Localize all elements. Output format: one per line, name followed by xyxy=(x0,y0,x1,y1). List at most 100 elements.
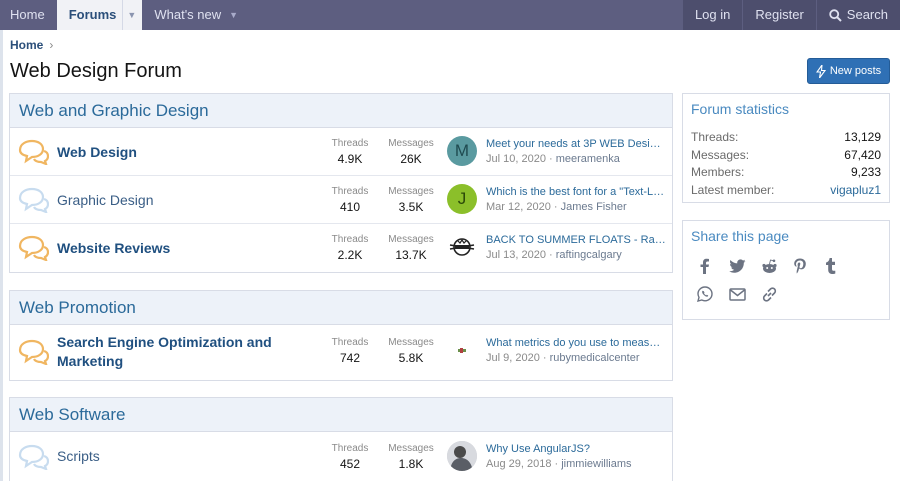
latest-post-user[interactable]: rubymedicalcenter xyxy=(550,352,640,364)
latest-post-title[interactable]: Why Use AngularJS? xyxy=(486,442,666,456)
nav-forums[interactable]: Forums ▼ xyxy=(56,0,143,30)
share-widget: Share this page xyxy=(682,220,890,320)
category-web-and-graphic-design: Web and Graphic Design Web Design Thread… xyxy=(9,93,673,273)
category-title[interactable]: Web and Graphic Design xyxy=(10,94,672,128)
share-title: Share this page xyxy=(691,228,790,244)
latest-post-user[interactable]: meeramenka xyxy=(556,153,620,165)
avatar[interactable]: M xyxy=(447,136,477,166)
latest-post-date: Aug 29, 2018 xyxy=(486,458,552,470)
nav-whats-new-label: What's new xyxy=(154,7,222,22)
messages-label: Messages xyxy=(388,443,434,454)
forum-title[interactable]: Scripts xyxy=(57,448,100,464)
search-label: Search xyxy=(846,7,888,22)
twitter-icon[interactable] xyxy=(729,252,761,280)
tumblr-icon[interactable] xyxy=(825,252,857,280)
messages-label: Messages xyxy=(388,234,434,245)
pinterest-icon[interactable] xyxy=(793,252,825,280)
threads-count: 2.2K xyxy=(337,248,363,262)
threads-label: Threads xyxy=(331,186,369,197)
share-icons xyxy=(683,248,889,316)
page-left-edge xyxy=(0,30,3,481)
stat-label: Messages: xyxy=(691,147,750,162)
stat-label: Latest member: xyxy=(691,182,775,197)
latest-post-meta: Aug 29, 2018 · jimmiewilliams xyxy=(486,458,632,470)
nav-whats-new[interactable]: What's new ▼ xyxy=(142,0,250,30)
stat-label: Members: xyxy=(691,165,745,179)
reddit-icon[interactable] xyxy=(761,252,793,280)
messages-label: Messages xyxy=(388,138,434,149)
breadcrumb: Home › xyxy=(10,38,53,52)
search-button[interactable]: Search xyxy=(815,0,900,30)
forum-title[interactable]: Web Design xyxy=(57,144,137,160)
threads-stat: Threads 2.2K xyxy=(320,233,380,263)
latest-post-date: Jul 10, 2020 xyxy=(486,153,546,165)
avatar[interactable] xyxy=(447,336,477,366)
latest-post: Which is the best font for a "Text-L… Ma… xyxy=(486,185,666,215)
register-button[interactable]: Register xyxy=(742,0,816,30)
link-icon[interactable] xyxy=(761,280,793,308)
latest-post-date: Jul 13, 2020 xyxy=(486,249,546,261)
latest-post-title[interactable]: What metrics do you use to measur… xyxy=(486,336,666,350)
breadcrumb-home[interactable]: Home xyxy=(10,38,43,52)
latest-post-meta: Mar 12, 2020 · James Fisher xyxy=(486,201,627,213)
threads-stat: Threads 742 xyxy=(320,336,380,366)
category-title[interactable]: Web Promotion xyxy=(10,291,672,325)
search-icon xyxy=(829,8,842,22)
forum-statistics-title: Forum statistics xyxy=(691,101,790,117)
messages-count: 13.7K xyxy=(395,248,427,262)
threads-count: 410 xyxy=(339,200,361,214)
new-posts-button[interactable]: New posts xyxy=(807,58,890,84)
chevron-down-icon[interactable]: ▼ xyxy=(122,0,136,30)
category-title[interactable]: Web Software xyxy=(10,398,672,432)
stat-value: 9,233 xyxy=(850,165,881,179)
login-button[interactable]: Log in xyxy=(681,0,743,30)
messages-stat: Messages 1.8K xyxy=(381,442,441,472)
threads-stat: Threads 4.9K xyxy=(320,137,380,167)
stat-row: Threads: 13,129 xyxy=(683,129,889,147)
threads-count: 452 xyxy=(339,457,361,471)
facebook-icon[interactable] xyxy=(697,252,729,280)
latest-post-user[interactable]: James Fisher xyxy=(561,201,627,213)
whatsapp-icon[interactable] xyxy=(697,280,729,308)
latest-post-date: Jul 9, 2020 xyxy=(486,352,540,364)
latest-post-title[interactable]: BACK TO SUMMER FLOATS - Raftin… xyxy=(486,233,666,247)
latest-post-title[interactable]: Which is the best font for a "Text-L… xyxy=(486,185,666,199)
new-posts-label: New posts xyxy=(829,65,882,77)
avatar[interactable]: J xyxy=(447,184,477,214)
messages-label: Messages xyxy=(388,337,434,348)
threads-label: Threads xyxy=(331,443,369,454)
category-web-promotion: Web Promotion Search Engine Optimization… xyxy=(9,290,673,381)
latest-post-user[interactable]: raftingcalgary xyxy=(556,249,622,261)
latest-post-title[interactable]: Meet your needs at 3P WEB Design… xyxy=(486,137,666,151)
forum-node: Scripts Threads 452 Messages 1.8K Why Use … xyxy=(10,432,672,481)
latest-post-user[interactable]: jimmiewilliams xyxy=(561,458,631,470)
chevron-right-icon: › xyxy=(49,38,54,52)
stat-value: 13,129 xyxy=(844,130,881,144)
forum-node: Search Engine Optimization and Marketing… xyxy=(10,325,672,380)
medical-logo-icon xyxy=(458,348,466,353)
latest-post: Why Use AngularJS? Aug 29, 2018 · jimmie… xyxy=(486,442,666,472)
messages-count: 5.8K xyxy=(398,351,424,365)
bolt-icon xyxy=(815,64,826,78)
avatar[interactable] xyxy=(447,232,477,262)
latest-post-meta: Jul 9, 2020 · rubymedicalcenter xyxy=(486,352,640,364)
stat-label: Threads: xyxy=(691,130,739,144)
stat-row: Members: 9,233 xyxy=(683,164,889,182)
forum-title[interactable]: Website Reviews xyxy=(57,240,170,256)
latest-member-link[interactable]: vigapluz1 xyxy=(830,182,881,200)
threads-label: Threads xyxy=(331,138,369,149)
category-web-software: Web Software Scripts Threads 452 Messages… xyxy=(9,397,673,481)
forum-statistics-widget: Forum statistics Threads: 13,129 Messages… xyxy=(682,93,890,203)
nav-home[interactable]: Home xyxy=(0,0,57,30)
latest-post: What metrics do you use to measur… Jul 9… xyxy=(486,336,666,366)
latest-post: Meet your needs at 3P WEB Design… Jul 10… xyxy=(486,137,666,167)
user-photo-icon xyxy=(447,441,477,471)
avatar[interactable] xyxy=(447,441,477,471)
forum-title[interactable]: Graphic Design xyxy=(57,192,154,208)
chevron-down-icon[interactable]: ▼ xyxy=(229,0,238,30)
email-icon[interactable] xyxy=(729,280,761,308)
stat-row: Messages: 67,420 xyxy=(683,147,889,165)
forum-title[interactable]: Search Engine Optimization and Marketing xyxy=(57,333,287,371)
nav-forums-label: Forums xyxy=(68,7,117,22)
forum-unread-icon xyxy=(18,139,49,165)
